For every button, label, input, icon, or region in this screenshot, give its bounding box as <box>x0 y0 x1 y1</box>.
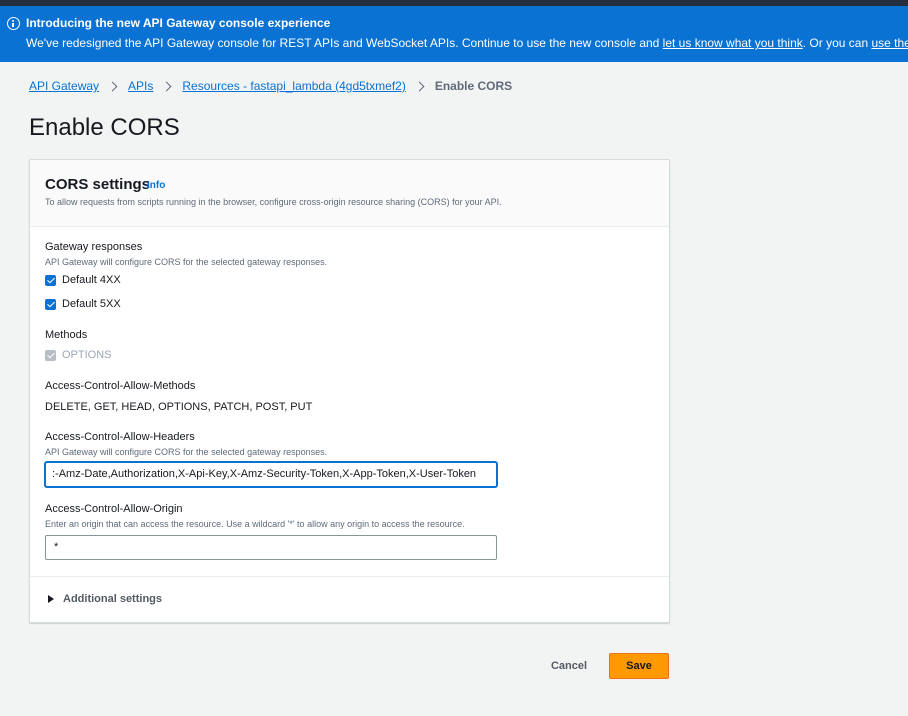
banner-title: Introducing the new API Gateway console … <box>26 16 331 30</box>
default-5xx-label: Default 5XX <box>62 298 121 310</box>
feedback-link[interactable]: let us know what you think <box>663 36 803 50</box>
card-header: CORS settings Info To allow requests fro… <box>30 160 669 227</box>
default-5xx-checkbox[interactable]: Default 5XX <box>45 298 121 310</box>
chevron-right-icon <box>161 81 172 91</box>
allow-origin-hint: Enter an origin that can access the reso… <box>45 519 465 529</box>
flash-banner: Introducing the new API Gateway console … <box>0 6 908 62</box>
cancel-button[interactable]: Cancel <box>540 653 598 679</box>
breadcrumb-resources[interactable]: Resources - fastapi_lambda (4gd5txmef2) <box>182 79 405 93</box>
caret-right-icon <box>48 595 54 603</box>
checkbox-checked-icon[interactable] <box>45 274 56 286</box>
page-title: Enable CORS <box>29 114 180 141</box>
gateway-responses-hint: API Gateway will configure CORS for the … <box>45 257 328 267</box>
card-description: To allow requests from scripts running i… <box>45 197 502 207</box>
options-label: OPTIONS <box>62 349 112 361</box>
card-title: CORS settings <box>45 176 151 193</box>
checkbox-checked-icon[interactable] <box>45 298 56 310</box>
info-link[interactable]: Info <box>147 180 165 191</box>
chevron-right-icon <box>107 81 118 91</box>
chevron-right-icon <box>414 81 425 91</box>
banner-message: We've redesigned the API Gateway console… <box>26 36 908 50</box>
checkbox-disabled-icon <box>45 349 56 361</box>
methods-label: Methods <box>45 329 88 341</box>
allow-origin-label: Access-Control-Allow-Origin <box>45 503 183 515</box>
breadcrumb: API Gateway APIs Resources - fastapi_lam… <box>29 79 512 93</box>
default-4xx-label: Default 4XX <box>62 274 121 286</box>
banner-text-middle: . Or you can <box>802 36 872 50</box>
breadcrumb-apis[interactable]: APIs <box>128 79 153 93</box>
breadcrumb-api-gateway[interactable]: API Gateway <box>29 79 99 93</box>
allow-headers-label: Access-Control-Allow-Headers <box>45 431 195 443</box>
save-button[interactable]: Save <box>609 653 669 679</box>
old-console-link[interactable]: use the old console <box>871 36 908 50</box>
additional-settings-label: Additional settings <box>63 593 162 605</box>
banner-text-start: We've redesigned the API Gateway console… <box>26 36 663 50</box>
options-method-checkbox: OPTIONS <box>45 349 112 361</box>
default-4xx-checkbox[interactable]: Default 4XX <box>45 274 121 286</box>
allow-methods-label: Access-Control-Allow-Methods <box>45 380 196 392</box>
allow-origin-input[interactable]: * <box>45 535 497 560</box>
additional-settings-toggle[interactable]: Additional settings <box>45 593 162 605</box>
allow-methods-value: DELETE, GET, HEAD, OPTIONS, PATCH, POST,… <box>45 401 313 413</box>
allow-headers-input[interactable]: :-Amz-Date,Authorization,X-Api-Key,X-Amz… <box>45 462 497 487</box>
gateway-responses-label: Gateway responses <box>45 241 143 253</box>
breadcrumb-current: Enable CORS <box>434 79 513 93</box>
info-icon <box>7 17 20 30</box>
allow-headers-hint: API Gateway will configure CORS for the … <box>45 447 328 457</box>
cors-settings-card: CORS settings Info To allow requests fro… <box>29 159 670 623</box>
card-divider <box>30 576 669 577</box>
